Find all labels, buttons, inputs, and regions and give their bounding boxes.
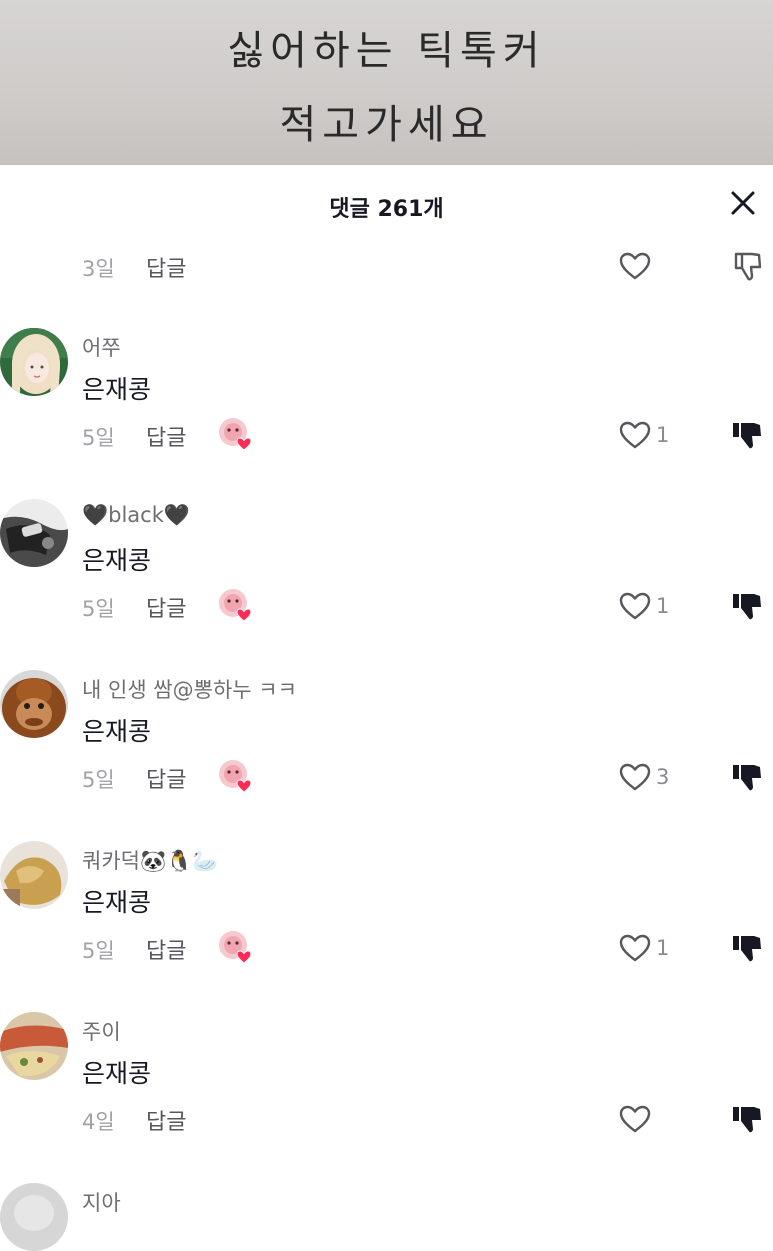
- thumbs-down-filled-icon: [733, 1107, 761, 1133]
- heart-outline-icon: [619, 421, 651, 449]
- comment-text: 은재콩: [82, 888, 152, 917]
- avatar[interactable]: [0, 328, 68, 396]
- comment-username[interactable]: 쿼카덕🐼🐧🦢: [82, 845, 218, 875]
- dislike-button[interactable]: [730, 1102, 764, 1136]
- comment-meta-row: 3일 답글: [0, 247, 773, 287]
- thumbs-down-filled-icon: [733, 423, 761, 449]
- comment-time: 5일: [82, 768, 115, 792]
- reply-button[interactable]: 답글: [146, 251, 186, 283]
- comment-meta-row: 5일 답글 1: [0, 416, 773, 456]
- creator-liked-badge: [218, 416, 256, 452]
- video-background: 싫어하는 틱톡커 적고가세요: [0, 0, 773, 165]
- like-button[interactable]: [618, 249, 652, 283]
- like-count: 1: [656, 594, 670, 618]
- video-caption-line2: 적고가세요: [279, 102, 494, 148]
- thumbs-down-filled-icon: [733, 765, 761, 791]
- comments-sheet: 댓글 261개 3일 답글 어쭈 은재콩 5일 답글 1 🖤black🖤 은재콩…: [0, 165, 773, 1251]
- close-icon: [731, 191, 755, 215]
- comment-time: 5일: [82, 939, 115, 963]
- dislike-button[interactable]: [730, 249, 764, 283]
- creator-liked-badge: [218, 758, 256, 794]
- reply-button[interactable]: 답글: [146, 933, 186, 965]
- video-caption-line1: 싫어하는 틱톡커: [227, 28, 546, 74]
- heart-outline-icon: [619, 934, 651, 962]
- comment-username[interactable]: 🖤black🖤: [82, 503, 190, 528]
- comment-meta-row: 4일 답글: [0, 1100, 773, 1140]
- avatar[interactable]: [0, 499, 68, 567]
- comment-text: 은재콩: [82, 717, 152, 746]
- like-button[interactable]: 1: [618, 589, 669, 623]
- dislike-button[interactable]: [730, 418, 764, 452]
- comment-username[interactable]: 주이: [82, 1016, 121, 1046]
- comment-meta-row: 5일 답글 3: [0, 758, 773, 798]
- reply-button[interactable]: 답글: [146, 591, 186, 623]
- comment-text: 은재콩: [82, 546, 152, 575]
- like-button[interactable]: [618, 1102, 652, 1136]
- comment-meta-row: 5일 답글 1: [0, 587, 773, 627]
- reply-button[interactable]: 답글: [146, 762, 186, 794]
- thumbs-down-filled-icon: [733, 594, 761, 620]
- close-button[interactable]: [727, 187, 759, 219]
- like-button[interactable]: 1: [618, 931, 669, 965]
- avatar[interactable]: [0, 670, 68, 738]
- like-button[interactable]: 3: [618, 760, 669, 794]
- heart-outline-icon: [619, 592, 651, 620]
- dislike-button[interactable]: [730, 931, 764, 965]
- comment-time: 3일: [82, 257, 115, 281]
- comment-text: 은재콩: [82, 375, 152, 404]
- comment-time: 4일: [82, 1110, 115, 1134]
- comment-time: 5일: [82, 426, 115, 450]
- creator-liked-badge: [218, 587, 256, 623]
- avatar[interactable]: [0, 1012, 68, 1080]
- heart-outline-icon: [619, 763, 651, 791]
- like-count: 3: [656, 765, 670, 789]
- comment-time: 5일: [82, 597, 115, 621]
- thumbs-down-outline-icon: [734, 252, 762, 281]
- comment-username[interactable]: 어쭈: [82, 332, 121, 362]
- dislike-button[interactable]: [730, 760, 764, 794]
- like-count: 1: [656, 936, 670, 960]
- like-count: 1: [656, 423, 670, 447]
- comment-meta-row: 5일 답글 1: [0, 929, 773, 969]
- dislike-button[interactable]: [730, 589, 764, 623]
- comment-username[interactable]: 지아: [82, 1187, 121, 1217]
- thumbs-down-filled-icon: [733, 936, 761, 962]
- reply-button[interactable]: 답글: [146, 420, 186, 452]
- avatar[interactable]: [0, 841, 68, 909]
- avatar[interactable]: [0, 1183, 68, 1251]
- heart-outline-icon: [619, 1105, 651, 1133]
- reply-button[interactable]: 답글: [146, 1104, 186, 1136]
- heart-outline-icon: [619, 252, 651, 280]
- creator-liked-badge: [218, 929, 256, 965]
- like-button[interactable]: 1: [618, 418, 669, 452]
- comment-username[interactable]: 내 인생 쌈@뽕하누 ㅋㅋ: [82, 674, 297, 704]
- comment-text: 은재콩: [82, 1059, 152, 1088]
- comments-count-title: 댓글 261개: [329, 197, 444, 222]
